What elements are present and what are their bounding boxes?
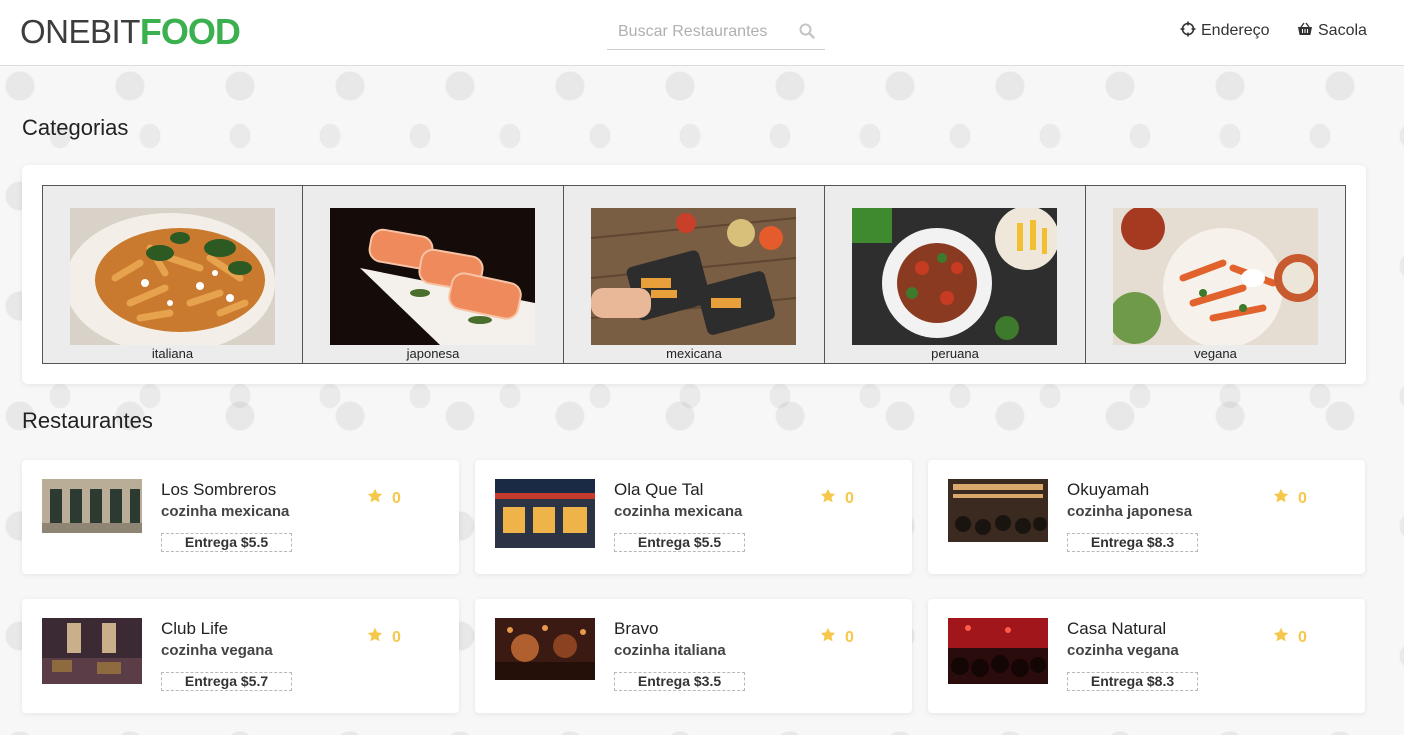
category-label: italiana (151, 346, 194, 361)
crosshair-icon (1180, 21, 1196, 42)
star-icon (820, 627, 836, 648)
category-label: vegana (1194, 346, 1237, 361)
category-card-japonesa[interactable]: japonesa (303, 185, 564, 364)
rating: 0 (1273, 627, 1307, 648)
restaurant-name: Ola Que Tal (614, 480, 704, 499)
rating: 0 (1273, 488, 1307, 509)
search-icon[interactable] (799, 23, 815, 44)
restaurant-cuisine: cozinha japonesa (1067, 503, 1193, 520)
rating-value: 0 (845, 489, 854, 507)
bag-link[interactable]: Sacola (1297, 20, 1367, 42)
address-link[interactable]: Endereço (1180, 20, 1270, 42)
restaurant-name: Los Sombreros (161, 480, 277, 499)
delivery-fee-badge: Entrega $5.5 (614, 533, 745, 552)
rating: 0 (367, 488, 401, 509)
restaurant-image (948, 479, 1048, 542)
restaurant-card[interactable]: Club Life cozinha vegana Entrega $5.7 0 (22, 599, 459, 713)
rating-value: 0 (1298, 489, 1307, 507)
category-card-vegana[interactable]: vegana (1086, 185, 1346, 364)
restaurant-image (42, 618, 142, 684)
search-bar (607, 15, 825, 50)
rating-value: 0 (392, 628, 401, 646)
restaurant-card[interactable]: Ola Que Tal cozinha mexicana Entrega $5.… (475, 460, 912, 574)
restaurant-image (42, 479, 142, 533)
restaurant-image (495, 618, 595, 680)
rating-value: 0 (1298, 628, 1307, 646)
pasta-image (70, 208, 275, 345)
delivery-fee-badge: Entrega $5.7 (161, 672, 292, 691)
restaurant-name: Casa Natural (1067, 619, 1167, 638)
restaurant-cuisine: cozinha italiana (614, 642, 726, 659)
categories-title: Categorias (22, 115, 129, 140)
delivery-fee-badge: Entrega $5.5 (161, 533, 292, 552)
star-icon (367, 488, 383, 509)
category-card-peruana[interactable]: peruana (825, 185, 1086, 364)
star-icon (820, 488, 836, 509)
logo[interactable]: ONEBIT FOOD (20, 11, 241, 52)
categories-carousel: italiana japonesa mexicana peruana vegan… (22, 165, 1366, 384)
logo-text-onebit: ONEBIT (20, 13, 140, 50)
restaurant-card[interactable]: Bravo cozinha italiana Entrega $3.5 0 (475, 599, 912, 713)
peruvian-food-image (852, 208, 1057, 345)
category-label: mexicana (666, 346, 722, 361)
star-icon (1273, 627, 1289, 648)
mexican-food-image (591, 208, 796, 345)
rating: 0 (820, 627, 854, 648)
category-label: japonesa (406, 346, 460, 361)
bag-label: Sacola (1318, 22, 1367, 39)
top-navbar: ONEBIT FOOD Endereço Sacola (0, 0, 1404, 66)
rating: 0 (367, 627, 401, 648)
delivery-fee-badge: Entrega $3.5 (614, 672, 745, 691)
logo-text-food: FOOD (139, 11, 241, 52)
basket-icon (1297, 22, 1313, 41)
rating-value: 0 (392, 489, 401, 507)
search-input[interactable] (607, 23, 787, 41)
category-label: peruana (931, 346, 979, 361)
restaurant-card[interactable]: Los Sombreros cozinha mexicana Entrega $… (22, 460, 459, 574)
restaurant-name: Club Life (161, 619, 229, 638)
restaurant-image (948, 618, 1048, 684)
vegan-food-image (1113, 208, 1318, 345)
restaurant-cuisine: cozinha mexicana (614, 503, 743, 520)
star-icon (367, 627, 383, 648)
star-icon (1273, 488, 1289, 509)
restaurant-image (495, 479, 595, 548)
restaurant-card[interactable]: Casa Natural cozinha vegana Entrega $8.3… (928, 599, 1365, 713)
restaurant-cuisine: cozinha vegana (1067, 642, 1179, 659)
address-label: Endereço (1201, 22, 1270, 39)
salmon-image (330, 208, 535, 345)
restaurant-cuisine: cozinha vegana (161, 642, 273, 659)
restaurant-name: Okuyamah (1067, 480, 1150, 499)
restaurant-card[interactable]: Okuyamah cozinha japonesa Entrega $8.3 0 (928, 460, 1365, 574)
delivery-fee-badge: Entrega $8.3 (1067, 672, 1198, 691)
delivery-fee-badge: Entrega $8.3 (1067, 533, 1198, 552)
category-card-italiana[interactable]: italiana (42, 185, 303, 364)
category-card-mexicana[interactable]: mexicana (564, 185, 825, 364)
restaurant-cuisine: cozinha mexicana (161, 503, 290, 520)
restaurants-title: Restaurantes (22, 408, 153, 433)
rating-value: 0 (845, 628, 854, 646)
categories-row: italiana japonesa mexicana peruana vegan… (42, 185, 1346, 364)
rating: 0 (820, 488, 854, 509)
restaurant-name: Bravo (614, 619, 659, 638)
